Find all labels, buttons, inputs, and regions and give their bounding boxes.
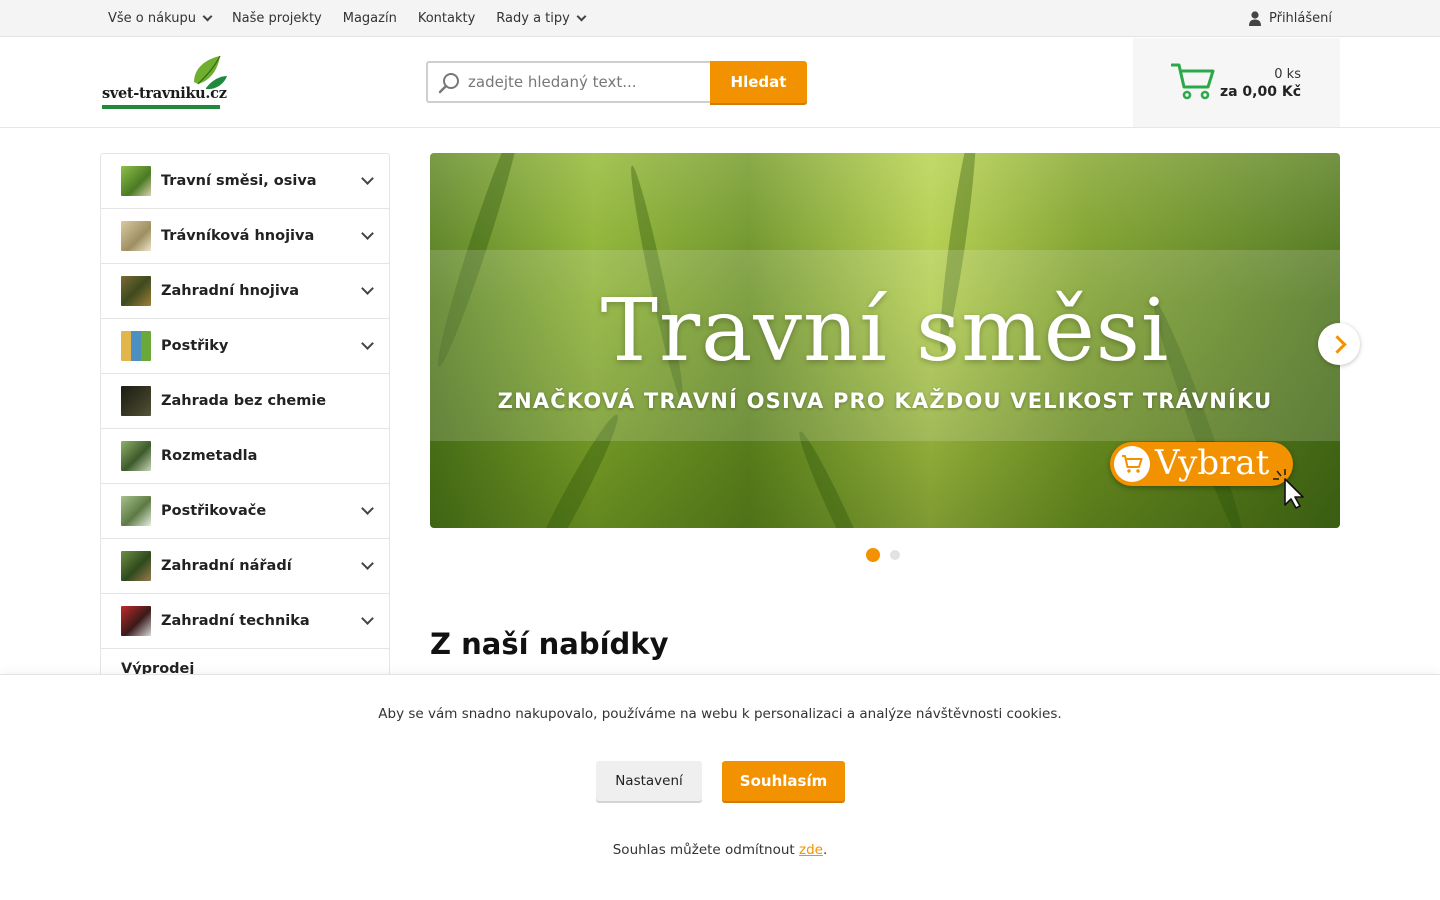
top-navigation: Vše o nákupu Naše projekty Magazín Konta… [108, 0, 606, 36]
category-item-rozmetadla[interactable]: Rozmetadla [101, 429, 389, 484]
slider-dot-2[interactable] [890, 550, 900, 560]
login-link[interactable]: Přihlášení [1248, 0, 1332, 36]
category-label: Travní směsi, osiva [161, 173, 317, 189]
login-label: Přihlášení [1268, 10, 1332, 26]
banner-cta-label: Vybrat [1155, 443, 1270, 483]
category-label: Postřikovače [161, 503, 267, 519]
topnav-item-label: Naše projekty [231, 10, 322, 26]
category-thumbnail [121, 496, 151, 526]
slider-next-button[interactable] [1318, 323, 1360, 365]
cart-icon-circle [1114, 446, 1150, 482]
chevron-down-icon[interactable] [361, 172, 374, 185]
chevron-down-icon [202, 11, 213, 21]
category-thumbnail [121, 331, 151, 361]
cart-quantity: 0 ks [1274, 67, 1301, 82]
logo-underline [102, 105, 220, 109]
slider-dot-1[interactable] [866, 548, 880, 562]
cookie-decline-text: Souhlas můžete odmítnout zde. [0, 842, 1440, 858]
leaf-logo-icon [194, 55, 227, 90]
category-item-postrikovace[interactable]: Postřikovače [101, 484, 389, 539]
category-label: Zahradní nářadí [161, 558, 292, 574]
section-title: Z naší nabídky [430, 627, 669, 661]
category-sidebar: Travní směsi, osiva Trávníková hnojiva Z… [100, 153, 390, 704]
category-item-zahradni-technika[interactable]: Zahradní technika [101, 594, 389, 649]
cookie-settings-button[interactable]: Nastavení [596, 761, 702, 801]
category-label: Postřiky [161, 338, 229, 354]
search-icon [438, 73, 459, 94]
chevron-down-icon[interactable] [361, 337, 374, 350]
topnav-item-label: Rady a tipy [496, 10, 570, 26]
topnav-item-nase-projekty[interactable]: Naše projekty [232, 11, 322, 26]
category-label: Zahrada bez chemie [161, 393, 327, 409]
category-item-travni-smesi[interactable]: Travní směsi, osiva [101, 154, 389, 209]
cookie-decline-prefix: Souhlas můžete odmítnout [612, 842, 799, 858]
logo-text: svet-travniku.cz [102, 85, 227, 102]
chevron-down-icon[interactable] [361, 612, 374, 625]
cookie-consent-bar: Aby se vám snadno nakupovalo, používáme … [0, 674, 1440, 900]
site-header: svet-travniku.cz Hledat 0 ks za 0,00 Kč [0, 37, 1440, 128]
search-box [426, 61, 712, 103]
topnav-item-label: Vše o nákupu [108, 10, 196, 26]
search-button[interactable]: Hledat [710, 61, 807, 103]
pointer-cursor-icon [1273, 469, 1304, 509]
category-thumbnail [121, 441, 151, 471]
slider-pagination [866, 548, 910, 562]
category-label: Rozmetadla [161, 448, 258, 464]
category-item-travnikova-hnojiva[interactable]: Trávníková hnojiva [101, 209, 389, 264]
user-icon [1248, 10, 1261, 26]
cart-icon [1171, 63, 1215, 100]
category-label: Zahradní hnojiva [161, 283, 300, 299]
topnav-item-label: Kontakty [417, 10, 476, 26]
banner-subtitle: ZNAČKOVÁ TRAVNÍ OSIVA PRO KAŽDOU VELIKOS… [497, 389, 1273, 413]
category-thumbnail [121, 166, 151, 196]
cart-icon [1122, 455, 1143, 473]
topnav-item-rady-a-tipy[interactable]: Rady a tipy [496, 10, 587, 26]
banner-title: Travní směsi [600, 281, 1170, 381]
category-thumbnail [121, 551, 151, 581]
site-logo[interactable]: svet-travniku.cz [102, 54, 228, 112]
cookie-decline-link[interactable]: zde [799, 842, 823, 858]
cart-total: za 0,00 Kč [1219, 84, 1301, 100]
chevron-down-icon[interactable] [361, 282, 374, 295]
category-thumbnail [121, 606, 151, 636]
category-label: Zahradní technika [161, 613, 310, 629]
category-item-zahradni-naradi[interactable]: Zahradní nářadí [101, 539, 389, 594]
chevron-down-icon[interactable] [361, 502, 374, 515]
cart-widget[interactable]: 0 ks za 0,00 Kč [1133, 38, 1340, 127]
cookie-decline-suffix: . [822, 842, 828, 858]
topnav-item-label: Magazín [342, 10, 397, 26]
category-item-zahrada-bez-chemie[interactable]: Zahrada bez chemie [101, 374, 389, 429]
topnav-item-magazin[interactable]: Magazín [343, 11, 397, 26]
banner-cta-button[interactable]: Vybrat [1110, 442, 1293, 486]
category-thumbnail [121, 221, 151, 251]
chevron-down-icon[interactable] [361, 227, 374, 240]
cookie-agree-button[interactable]: Souhlasím [722, 761, 845, 801]
search-input[interactable] [468, 63, 708, 101]
category-thumbnail [121, 276, 151, 306]
topnav-item-vse-o-nakupu[interactable]: Vše o nákupu [108, 10, 213, 26]
top-bar: Vše o nákupu Naše projekty Magazín Konta… [0, 0, 1440, 37]
category-label: Trávníková hnojiva [161, 228, 315, 244]
chevron-down-icon[interactable] [361, 557, 374, 570]
category-item-zahradni-hnojiva[interactable]: Zahradní hnojiva [101, 264, 389, 319]
hero-banner[interactable]: Travní směsi ZNAČKOVÁ TRAVNÍ OSIVA PRO K… [430, 153, 1340, 528]
category-thumbnail [121, 386, 151, 416]
cookie-message: Aby se vám snadno nakupovalo, používáme … [378, 706, 1062, 722]
topnav-item-kontakty[interactable]: Kontakty [418, 11, 475, 26]
chevron-down-icon [576, 11, 587, 21]
category-item-postriky[interactable]: Postřiky [101, 319, 389, 374]
